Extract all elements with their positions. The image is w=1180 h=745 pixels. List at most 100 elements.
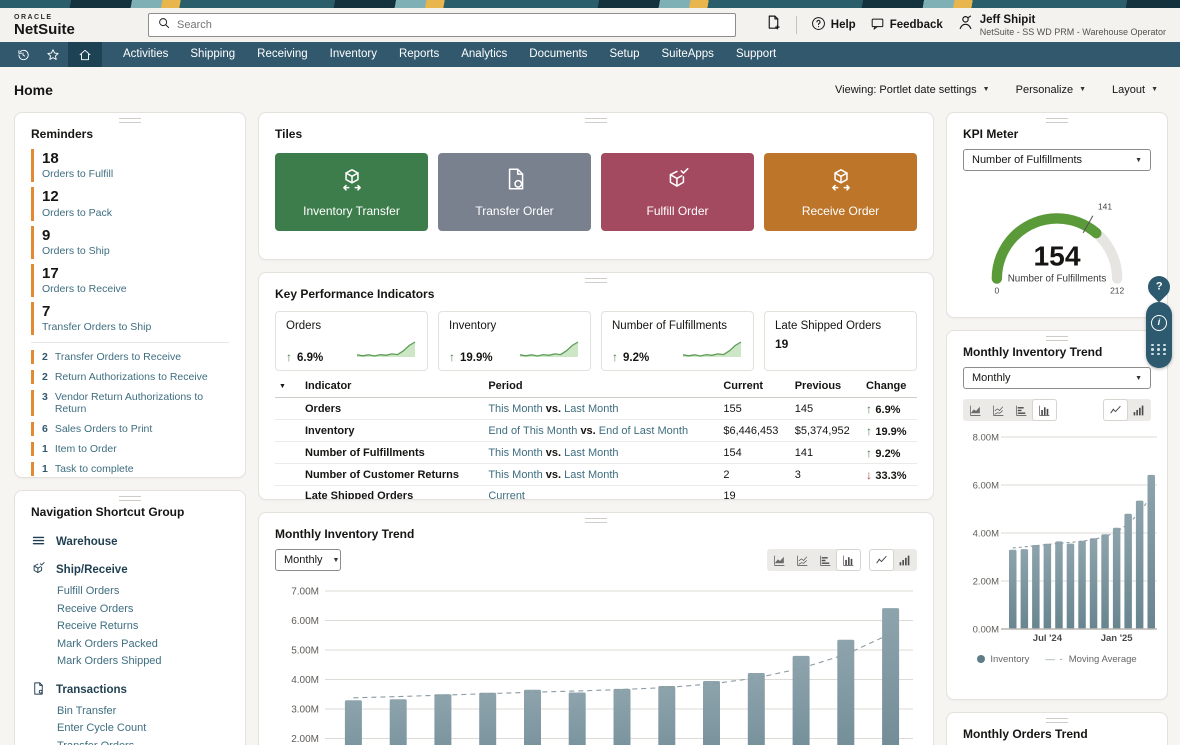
reminder-item[interactable]: 12Orders to Pack: [31, 187, 229, 220]
horizontal-bar-icon[interactable]: [1010, 400, 1033, 420]
nav-item-inventory[interactable]: Inventory: [319, 42, 388, 67]
monthly-orders-trend-portlet: Monthly Orders Trend: [946, 712, 1168, 745]
horizontal-bar-icon[interactable]: [814, 550, 837, 570]
vertical-bar-icon[interactable]: [1033, 400, 1056, 420]
viewing-dropdown[interactable]: Viewing: Portlet date settings▼: [835, 84, 990, 96]
global-search[interactable]: [148, 13, 736, 37]
area-chart-icon[interactable]: [964, 400, 987, 420]
area-chart-icon[interactable]: [768, 550, 791, 570]
trend-line-icon[interactable]: [1104, 400, 1127, 420]
nav-item-analytics[interactable]: Analytics: [450, 42, 518, 67]
tile-transfer-order[interactable]: Transfer Order: [438, 153, 591, 231]
header-divider: [796, 16, 797, 34]
reminder-item[interactable]: 1Item to Order: [31, 442, 229, 456]
shortcut-link-mark-orders-shipped[interactable]: Mark Orders Shipped: [57, 653, 229, 671]
drag-handle[interactable]: [585, 518, 607, 523]
cell-period: End of This Month vs. End of Last Month: [484, 420, 719, 442]
feedback-button[interactable]: Feedback: [870, 16, 943, 34]
reminder-item[interactable]: 6Sales Orders to Print: [31, 422, 229, 436]
reminder-item[interactable]: 2Transfer Orders to Receive: [31, 350, 229, 364]
layout-dropdown[interactable]: Layout▼: [1112, 84, 1158, 96]
shortcut-link-bin-transfer[interactable]: Bin Transfer: [57, 703, 229, 721]
help-button[interactable]: Help: [811, 16, 856, 34]
drag-handle[interactable]: [585, 278, 607, 283]
table-header-indicator: Indicator: [301, 377, 484, 398]
tile-receive-order[interactable]: Receive Order: [764, 153, 917, 231]
reminder-label: Orders to Ship: [42, 245, 229, 257]
nav-item-receiving[interactable]: Receiving: [246, 42, 319, 67]
table-row[interactable]: InventoryEnd of This Month vs. End of La…: [275, 420, 917, 442]
kpi-card-label: Late Shipped Orders: [775, 320, 906, 332]
search-input[interactable]: [177, 19, 727, 31]
reminder-item[interactable]: 9Orders to Ship: [31, 226, 229, 259]
kpi-card-change: 19.9%: [460, 352, 493, 364]
table-row[interactable]: Number of FulfillmentsThis Month vs. Las…: [275, 442, 917, 464]
kpi-card-inventory[interactable]: Inventory↑19.9%: [438, 311, 591, 371]
multi-line-chart-icon[interactable]: [791, 550, 814, 570]
help-bubble-button[interactable]: ?: [1143, 271, 1174, 302]
shortcut-link-transfer-orders[interactable]: Transfer Orders: [57, 738, 229, 745]
period-select[interactable]: Monthly ▼: [275, 549, 341, 571]
drag-handle[interactable]: [1046, 718, 1068, 723]
tile-fulfill-order[interactable]: Fulfill Order: [601, 153, 754, 231]
shortcut-link-receive-orders[interactable]: Receive Orders: [57, 601, 229, 619]
vertical-bar-icon[interactable]: [837, 550, 860, 570]
shortcut-link-receive-returns[interactable]: Receive Returns: [57, 618, 229, 636]
nav-item-shipping[interactable]: Shipping: [179, 42, 246, 67]
new-document-icon[interactable]: [765, 14, 782, 36]
shortcut-link-fulfill-orders[interactable]: Fulfill Orders: [57, 583, 229, 601]
kpi-card-late-shipped-orders[interactable]: Late Shipped Orders 19: [764, 311, 917, 371]
drag-handle[interactable]: [585, 118, 607, 123]
netsuite-logo[interactable]: ORACLE NetSuite: [14, 14, 134, 37]
inventory-trend-side-chart[interactable]: 8.00M6.00M4.00M2.00M0.00MJul '24Jan '25: [963, 429, 1151, 650]
drag-handle[interactable]: [1046, 336, 1068, 341]
cell-period: This Month vs. Last Month: [484, 464, 719, 486]
home-icon[interactable]: [68, 42, 102, 67]
table-row[interactable]: Number of Customer ReturnsThis Month vs.…: [275, 464, 917, 486]
table-row[interactable]: OrdersThis Month vs. Last Month155145↑ 6…: [275, 398, 917, 420]
multi-line-chart-icon[interactable]: [987, 400, 1010, 420]
kpi-card-number-of-fulfillments[interactable]: Number of Fulfillments↑9.2%: [601, 311, 754, 371]
reminder-item[interactable]: 3Vendor Return Authorizations to Return: [31, 390, 229, 416]
period-select[interactable]: Monthly ▼: [963, 367, 1151, 389]
reminder-item[interactable]: 17Orders to Receive: [31, 264, 229, 297]
shortcut-group-transactions: Transactions Bin TransferEnter Cycle Coun…: [31, 681, 229, 745]
inventory-trend-chart[interactable]: 7.00M6.00M5.00M4.00M3.00M2.00M: [275, 581, 917, 745]
drag-handle[interactable]: [119, 496, 141, 501]
nav-item-support[interactable]: Support: [725, 42, 787, 67]
shortcut-group-header-warehouse[interactable]: Warehouse: [31, 533, 229, 551]
chevron-down-icon: ▼: [1151, 86, 1158, 93]
shortcut-link-enter-cycle-count[interactable]: Enter Cycle Count: [57, 720, 229, 738]
nav-item-reports[interactable]: Reports: [388, 42, 450, 67]
user-menu[interactable]: Jeff Shipit NetSuite - SS WD PRM - Wareh…: [957, 14, 1166, 37]
filter-caret-icon[interactable]: ▼: [275, 377, 301, 398]
shortcut-group-header-ship-receive[interactable]: Ship/Receive: [31, 561, 229, 579]
trend-line-icon[interactable]: [870, 550, 893, 570]
assistant-pill[interactable]: i: [1146, 302, 1172, 368]
nav-item-documents[interactable]: Documents: [518, 42, 598, 67]
tile-inventory-transfer[interactable]: Inventory Transfer: [275, 153, 428, 231]
table-row[interactable]: Late Shipped OrdersCurrent19: [275, 486, 917, 501]
nav-item-setup[interactable]: Setup: [598, 42, 650, 67]
chart-title: Monthly Inventory Trend: [963, 345, 1151, 359]
nav-item-activities[interactable]: Activities: [112, 42, 179, 67]
drag-handle[interactable]: [119, 118, 141, 123]
reminder-item[interactable]: 1Task to complete: [31, 462, 229, 476]
kpi-card-orders[interactable]: Orders↑6.9%: [275, 311, 428, 371]
history-icon[interactable]: [8, 42, 38, 67]
shortcut-group-header-transactions[interactable]: Transactions: [31, 681, 229, 699]
trend-bar-icon[interactable]: [1127, 400, 1150, 420]
kpi-meter-select[interactable]: Number of Fulfillments ▼: [963, 149, 1151, 171]
personalize-dropdown[interactable]: Personalize▼: [1016, 84, 1086, 96]
shortcut-link-mark-orders-packed[interactable]: Mark Orders Packed: [57, 636, 229, 654]
trend-bar-icon[interactable]: [893, 550, 916, 570]
kpi-card-row: 19: [775, 337, 906, 351]
drag-handle[interactable]: [1046, 118, 1068, 123]
reminder-item[interactable]: 2Return Authorizations to Receive: [31, 370, 229, 384]
reminder-item[interactable]: 18Orders to Fulfill: [31, 149, 229, 182]
nav-item-suiteapps[interactable]: SuiteApps: [651, 42, 725, 67]
reminder-item[interactable]: 7Transfer Orders to Ship: [31, 302, 229, 335]
menu-icon: [31, 533, 46, 551]
kpi-card-row: ↑9.2%: [612, 337, 743, 364]
star-icon[interactable]: [38, 42, 68, 67]
